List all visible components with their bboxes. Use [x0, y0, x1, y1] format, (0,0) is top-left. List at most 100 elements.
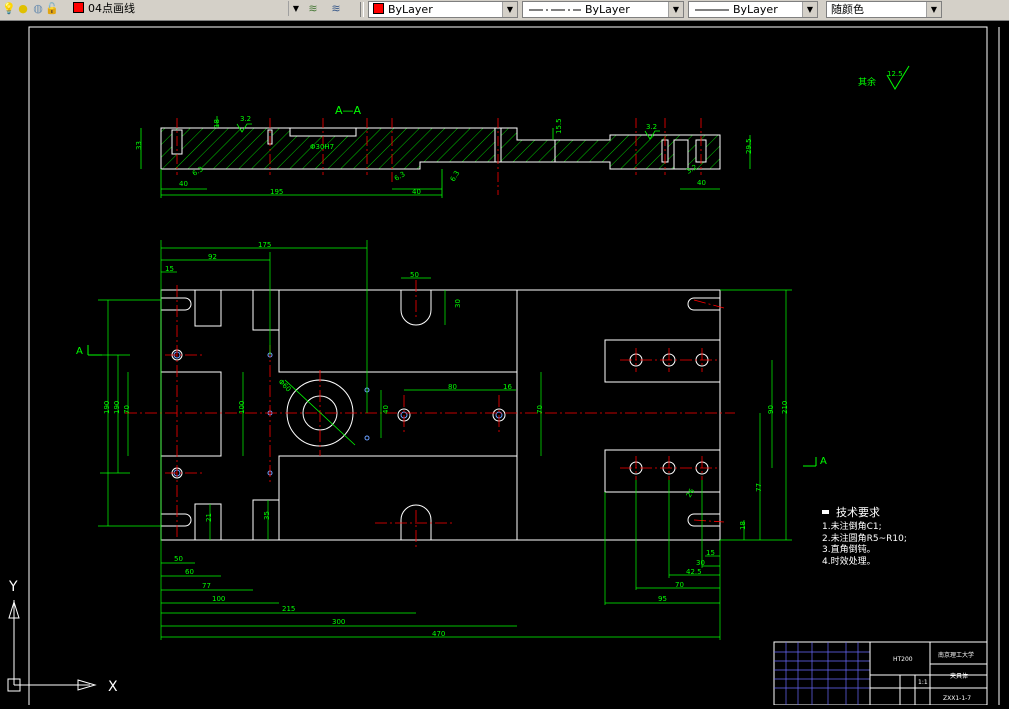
title-material: HT200 [893, 656, 913, 663]
layer-lock-icon[interactable]: 🔓 [45, 2, 59, 16]
layer-color-swatch [73, 2, 84, 13]
dim-b-50: 50 [174, 555, 183, 563]
layer-viewport-icon[interactable]: ◍ [31, 2, 45, 16]
dim-section-18: 18 [213, 119, 221, 128]
layer-on-lightbulb-icon[interactable]: 💡 [2, 2, 16, 16]
chevron-down-icon[interactable]: ▼ [668, 2, 683, 17]
dim-16: 16 [503, 383, 512, 391]
dim-77-right: 77 [755, 483, 763, 492]
section-hatch-right [494, 127, 556, 163]
dim-92: 92 [208, 253, 217, 261]
roughness-c: 6.3 [393, 170, 407, 182]
section-title: A—A [335, 104, 362, 117]
properties-toolbar: 💡 ● ◍ 🔓 04点画线 ▼ ≋ ≋ ByLayer ▼ ByLayer ▼ … [0, 0, 1009, 21]
title-part-name: 夹具体 [950, 672, 968, 680]
dim-190-a: 190 [103, 401, 111, 414]
dim-section-height: 33 [135, 141, 143, 150]
dim-175: 175 [258, 241, 271, 249]
dim-r-42-5: 42.5 [686, 568, 702, 576]
dim-40: 40 [382, 405, 390, 414]
dim-bore-diameter: Φ60 [277, 378, 293, 394]
tech-item-3: 3.直角倒钝。 [822, 543, 876, 555]
section-marker-arrow-right [803, 457, 817, 467]
color-label: ByLayer [388, 3, 433, 16]
ucs-y-label: Y [8, 579, 18, 595]
dim-r-70: 70 [675, 581, 684, 589]
section-marker-arrow-left [87, 345, 102, 356]
dim-80: 80 [448, 383, 457, 391]
dim-section-29-5: 29.5 [745, 138, 753, 154]
dim-190-b: 190 [113, 401, 121, 414]
title-drawing-no: ZXX1-1-7 [943, 695, 971, 702]
lineweight-dropdown[interactable]: ByLayer ▼ [688, 1, 818, 18]
title-university: 南京理工大学 [938, 651, 974, 659]
dim-50-top: 50 [410, 271, 419, 279]
cad-drawing: A—A 33 40 195 40 Φ30H7 15.5 29.5 40 18 3… [7, 26, 1000, 708]
dim-18-right: 18 [739, 521, 747, 530]
dim-section-40-mid: 40 [412, 188, 421, 196]
dim-section-40-right: 40 [697, 179, 706, 187]
dim-70: 70 [123, 405, 131, 414]
dim-100: 100 [238, 401, 246, 414]
roughness-e: 6.3 [449, 169, 461, 183]
dim-30: 30 [454, 299, 462, 308]
roughness-d: 3.2 [646, 123, 657, 131]
plan-view: 175 92 15 50 30 80 16 190 190 70 100 40 … [76, 240, 827, 640]
dim-section-40-left: 40 [179, 180, 188, 188]
tech-item-2: 2.未注圆角R5~R10; [822, 532, 907, 544]
section-marker-a-right: A [820, 456, 827, 467]
chevron-down-icon[interactable]: ▼ [502, 2, 517, 17]
plotstyle-dropdown[interactable]: 随颜色 ▼ [826, 1, 942, 18]
dim-r-15: 15 [706, 549, 715, 557]
toolbar-separator [360, 2, 364, 17]
dim-90: 90 [767, 405, 775, 414]
ucs-x-label: X [108, 679, 118, 695]
model-space-canvas[interactable]: A—A 33 40 195 40 Φ30H7 15.5 29.5 40 18 3… [0, 21, 1009, 708]
color-swatch [373, 3, 384, 14]
tech-item-1: 1.未注倒角C1; [822, 520, 882, 532]
plotstyle-label: 随颜色 [831, 3, 864, 16]
color-dropdown[interactable]: ByLayer ▼ [368, 1, 518, 18]
dim-35: 35 [263, 511, 271, 520]
dim-210: 210 [781, 401, 789, 414]
layer-previous-icon[interactable]: ≋ [329, 2, 343, 16]
dim-section-195: 195 [270, 188, 283, 196]
chevron-down-icon[interactable]: ▼ [926, 2, 941, 17]
dim-b-77: 77 [202, 582, 211, 590]
section-hatch-right2 [554, 134, 721, 170]
ucs-icon [7, 600, 97, 692]
dim-b-215: 215 [282, 605, 295, 613]
layer-name: 04点画线 [88, 2, 135, 15]
section-marker-a-left: A [76, 346, 83, 357]
dim-b-60: 60 [185, 568, 194, 576]
tech-title: 技术要求 [836, 506, 880, 519]
roughness-value: 12.5 [887, 70, 903, 78]
roughness-a: 3.2 [240, 115, 251, 123]
dash-dot-linetype-preview-icon [529, 9, 581, 11]
layer-freeze-sun-icon[interactable]: ● [16, 2, 30, 16]
lineweight-label: ByLayer [733, 3, 778, 16]
section-view: A—A 33 40 195 40 Φ30H7 15.5 29.5 40 18 3… [135, 104, 753, 198]
linetype-label: ByLayer [585, 3, 630, 16]
dim-r-95: 95 [658, 595, 667, 603]
linetype-dropdown[interactable]: ByLayer ▼ [522, 1, 684, 18]
title-block: HT200 南京理工大学 夹具体 1:1 ZXX1-1-7 [773, 641, 988, 706]
dim-section-bore: Φ30H7 [310, 143, 334, 151]
dim-b-100: 100 [212, 595, 225, 603]
layer-dropdown[interactable]: 04点画线 ▼ [73, 1, 303, 18]
chevron-down-icon[interactable]: ▼ [802, 2, 817, 17]
make-layer-current-icon[interactable]: ≋ [306, 2, 320, 16]
dim-section-15-5: 15.5 [555, 118, 563, 134]
dim-70-mid: 70 [536, 405, 544, 414]
dim-b-470: 470 [432, 630, 445, 638]
title-scale: 1:1 [918, 679, 928, 686]
tech-item-4: 4.时效处理。 [822, 555, 876, 567]
tech-bullet [822, 510, 829, 514]
chevron-down-icon[interactable]: ▼ [288, 1, 303, 16]
dim-15: 15 [165, 265, 174, 273]
tech-requirements: 技术要求 1.未注倒角C1; 2.未注圆角R5~R10; 3.直角倒钝。 4.时… [822, 506, 907, 567]
dim-21: 21 [205, 513, 213, 522]
roughness-note-label: 其余 [858, 76, 876, 88]
continuous-lineweight-preview-icon [695, 9, 729, 11]
step-right [673, 139, 689, 170]
